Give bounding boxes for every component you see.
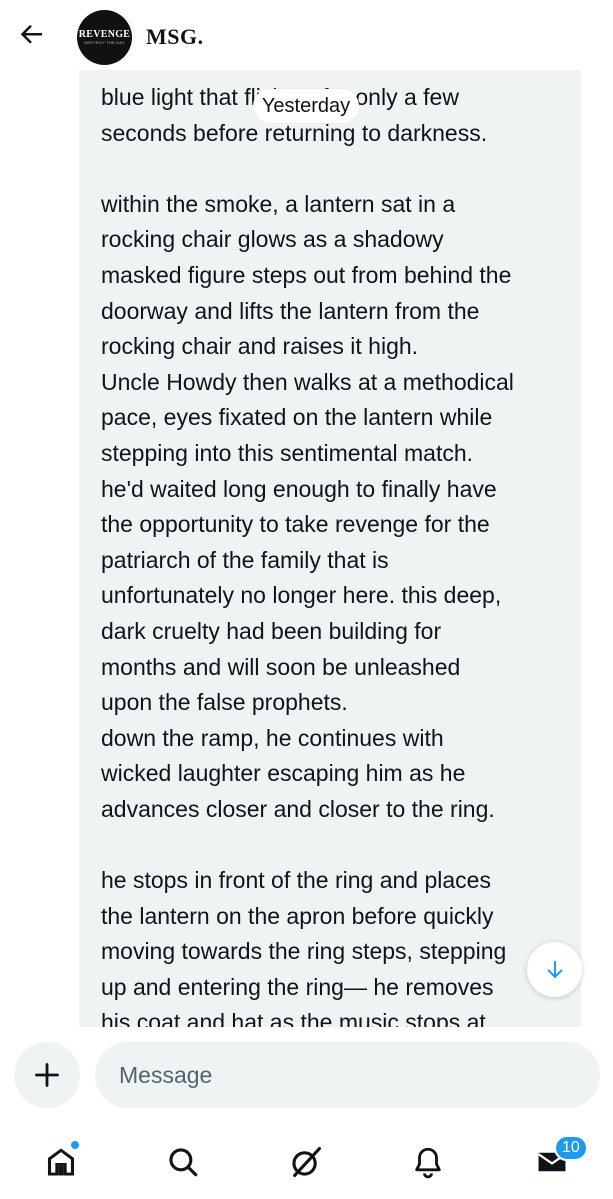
add-media-button[interactable] [14,1042,80,1108]
back-arrow-icon [20,24,42,44]
message-text: blue light that flickers for only a few … [101,84,514,1027]
nav-grok[interactable] [281,1137,331,1187]
date-separator: Yesterday [253,89,359,123]
plus-icon [35,1063,59,1087]
nav-home[interactable] [36,1137,86,1187]
avatar-logo-text: REVENGE [78,27,131,40]
avatar[interactable]: REVENGE DESTROY THE DAY [77,10,132,65]
message-input[interactable] [95,1042,600,1108]
avatar-logo: REVENGE DESTROY THE DAY [79,27,130,49]
bell-icon [415,1147,441,1179]
arrow-down-icon [547,960,562,978]
message-composer [0,1030,613,1125]
home-icon [47,1148,75,1176]
messages-badge: 10 [554,1135,588,1161]
grok-icon [292,1146,322,1178]
back-button[interactable] [14,16,50,52]
message-bubble[interactable]: blue light that flickers for only a few … [79,70,581,1027]
conversation-title[interactable]: MSG. [146,24,204,50]
bottom-navigation: 10 [0,1125,613,1199]
scroll-to-bottom-button[interactable] [527,942,582,997]
nav-messages[interactable]: 10 [527,1135,588,1187]
nav-search[interactable] [158,1137,208,1187]
nav-notifications[interactable] [403,1137,453,1187]
conversation-header: REVENGE DESTROY THE DAY MSG. [0,0,613,70]
home-notification-dot [70,1140,80,1150]
search-icon [169,1148,198,1177]
